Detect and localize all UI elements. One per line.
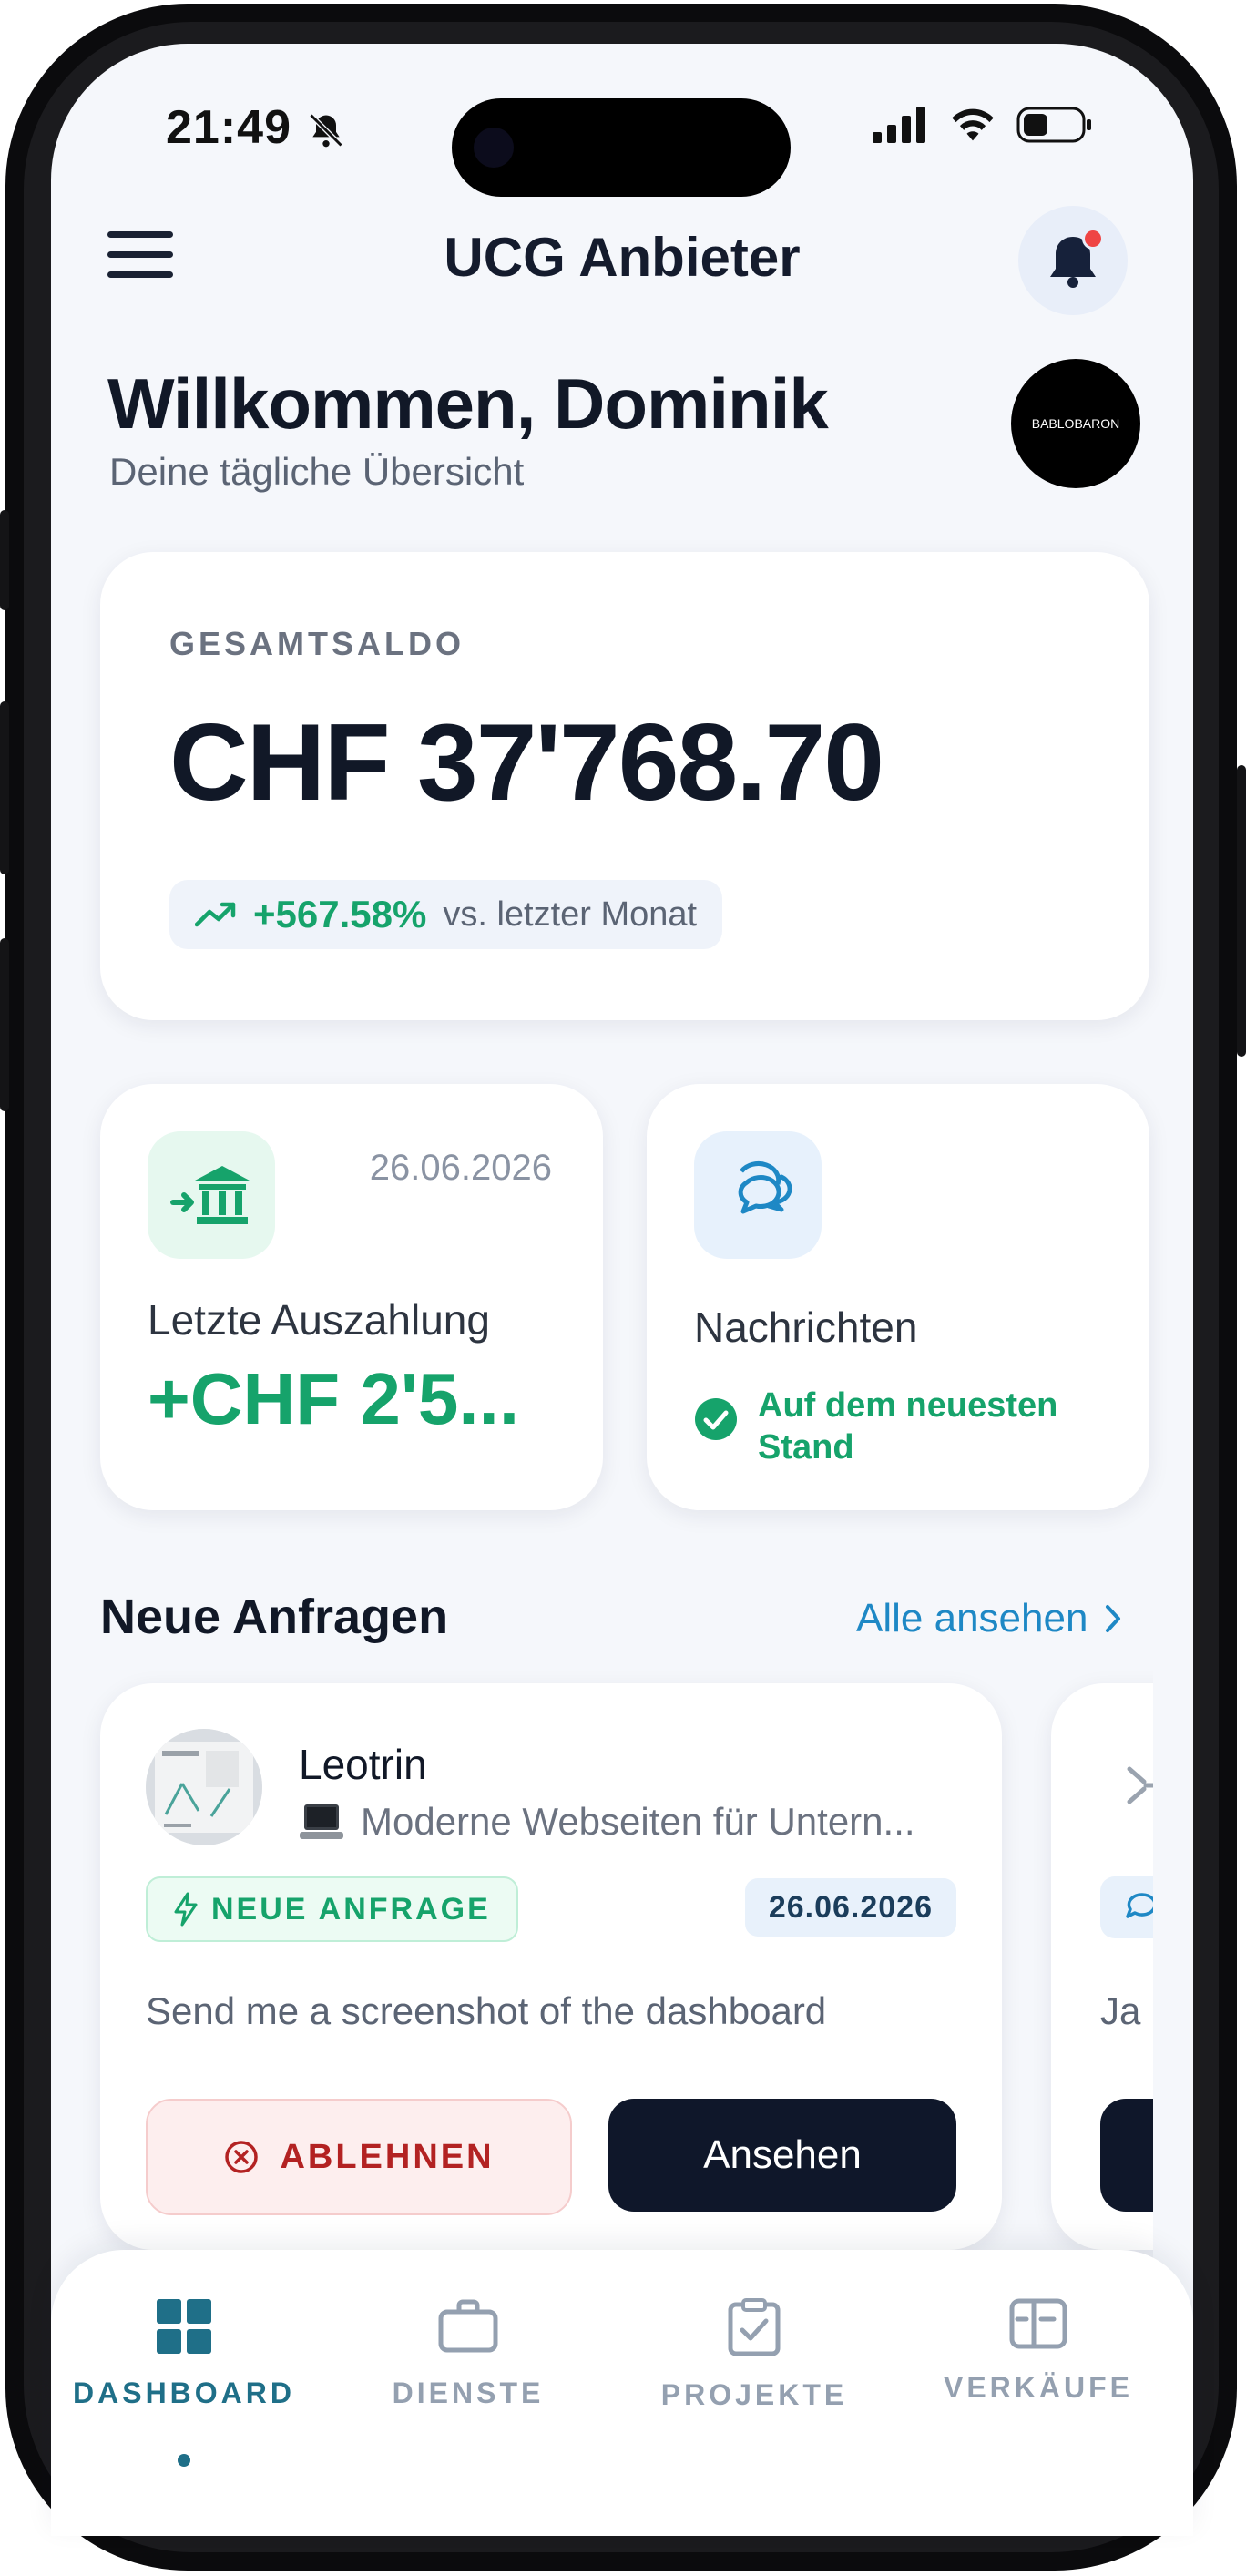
payout-card[interactable]: 26.06.2026 Letzte Auszahlung +CHF 2'5...: [100, 1084, 603, 1510]
tab-dienste-label: DIENSTE: [392, 2377, 545, 2409]
welcome-title: Willkommen, Dominik: [107, 363, 829, 444]
payout-value: +CHF 2'5...: [148, 1358, 520, 1439]
clipboard-check-icon: [728, 2298, 781, 2356]
request-thumbnail: [146, 1729, 262, 1845]
bank-transfer-icon: [170, 1166, 250, 1224]
status-time: 21:49: [166, 101, 291, 154]
tab-verkaeufe[interactable]: VERKÄUFE: [902, 2297, 1175, 2405]
request-service-text: Moderne Webseiten für Untern...: [361, 1800, 915, 1843]
check-circle-icon: [695, 1398, 737, 1440]
notification-dot: [1082, 228, 1104, 250]
messages-card[interactable]: Nachrichten Auf dem neuesten Stand: [647, 1084, 1149, 1510]
side-button-power: [1237, 765, 1246, 1057]
section-title-requests: Neue Anfragen: [100, 1590, 449, 1644]
tab-projekte[interactable]: PROJEKTE: [618, 2297, 891, 2412]
messages-label: Nachrichten: [694, 1303, 918, 1351]
grid-icon: [157, 2299, 211, 2354]
trend-text: vs. letzter Monat: [443, 894, 698, 934]
side-button-mute: [0, 510, 9, 610]
tab-dashboard-label: DASHBOARD: [73, 2377, 295, 2409]
x-circle-icon: [225, 2141, 259, 2173]
tab-dashboard[interactable]: DASHBOARD: [47, 2297, 321, 2467]
payout-label: Letzte Auszahlung: [148, 1296, 490, 1344]
reject-button[interactable]: ABLEHNEN: [146, 2099, 572, 2215]
trend-badge: +567.58% vs. letzter Monat: [169, 880, 723, 949]
screen-right-clip: [1153, 1665, 1193, 2285]
lightning-icon: [174, 1892, 198, 1927]
wallet-icon: [1009, 2298, 1067, 2349]
system-icons: [873, 106, 1093, 144]
side-button-volume-up: [0, 701, 9, 874]
tab-bar: DASHBOARD DIENSTE PROJEKTE VERKÄUFE: [51, 2250, 1193, 2536]
balance-label: GESAMTSALDO: [169, 625, 465, 662]
balance-card: GESAMTSALDO CHF 37'768.70 +567.58% vs. l…: [100, 552, 1149, 1020]
active-tab-indicator: [178, 2454, 190, 2467]
bell-off-icon: [306, 109, 346, 156]
request-date: 26.06.2026: [744, 1878, 956, 1937]
next-request-message: Ja: [1100, 1989, 1141, 2032]
tab-dienste[interactable]: DIENSTE: [332, 2297, 605, 2410]
briefcase-icon: [438, 2299, 498, 2353]
signal-icon: [873, 107, 925, 143]
see-all-link[interactable]: Alle ansehen: [856, 1596, 1122, 1641]
see-all-label: Alle ansehen: [856, 1596, 1088, 1641]
trend-percent: +567.58%: [253, 893, 427, 935]
app-screen: 21:49 UCG Anbieter Willkommen, Dominik D…: [51, 44, 1193, 2536]
side-button-volume-down: [0, 938, 9, 1111]
request-card[interactable]: Leotrin Moderne Webseiten für Untern... …: [100, 1683, 1002, 2250]
balance-value: CHF 37'768.70: [169, 701, 884, 823]
view-button[interactable]: Ansehen: [608, 2099, 956, 2212]
request-service: Moderne Webseiten für Untern...: [299, 1800, 915, 1844]
new-request-badge-label: NEUE ANFRAGE: [211, 1891, 491, 1927]
new-request-badge: NEUE ANFRAGE: [146, 1876, 518, 1942]
camera-icon: [474, 128, 514, 168]
trending-up-icon: [195, 902, 236, 927]
chevron-right-icon: [1106, 1605, 1121, 1632]
wifi-icon: [952, 108, 994, 141]
notifications-button[interactable]: [1018, 206, 1128, 315]
tab-projekte-label: PROJEKTE: [660, 2378, 848, 2411]
battery-icon: [1016, 107, 1091, 143]
messages-icon-tile: [694, 1131, 822, 1259]
request-name: Leotrin: [299, 1741, 427, 1788]
payout-date: 26.06.2026: [369, 1148, 552, 1188]
reject-button-label: ABLEHNEN: [280, 2137, 495, 2176]
request-message: Send me a screenshot of the dashboard: [146, 1989, 827, 2032]
avatar[interactable]: BABLOBARON: [1011, 359, 1140, 488]
laptop-icon: [300, 1804, 343, 1839]
messages-status: Auf dem neuesten Stand: [694, 1385, 1086, 1468]
chat-bubbles-icon: [738, 1160, 792, 1214]
bell-icon: [1050, 237, 1096, 288]
payout-icon-tile: [148, 1131, 275, 1259]
tab-verkaeufe-label: VERKÄUFE: [943, 2371, 1133, 2404]
welcome-subtitle: Deine tägliche Übersicht: [109, 450, 525, 493]
dynamic-island: [452, 98, 791, 197]
messages-status-text: Auf dem neuesten Stand: [758, 1386, 1058, 1467]
